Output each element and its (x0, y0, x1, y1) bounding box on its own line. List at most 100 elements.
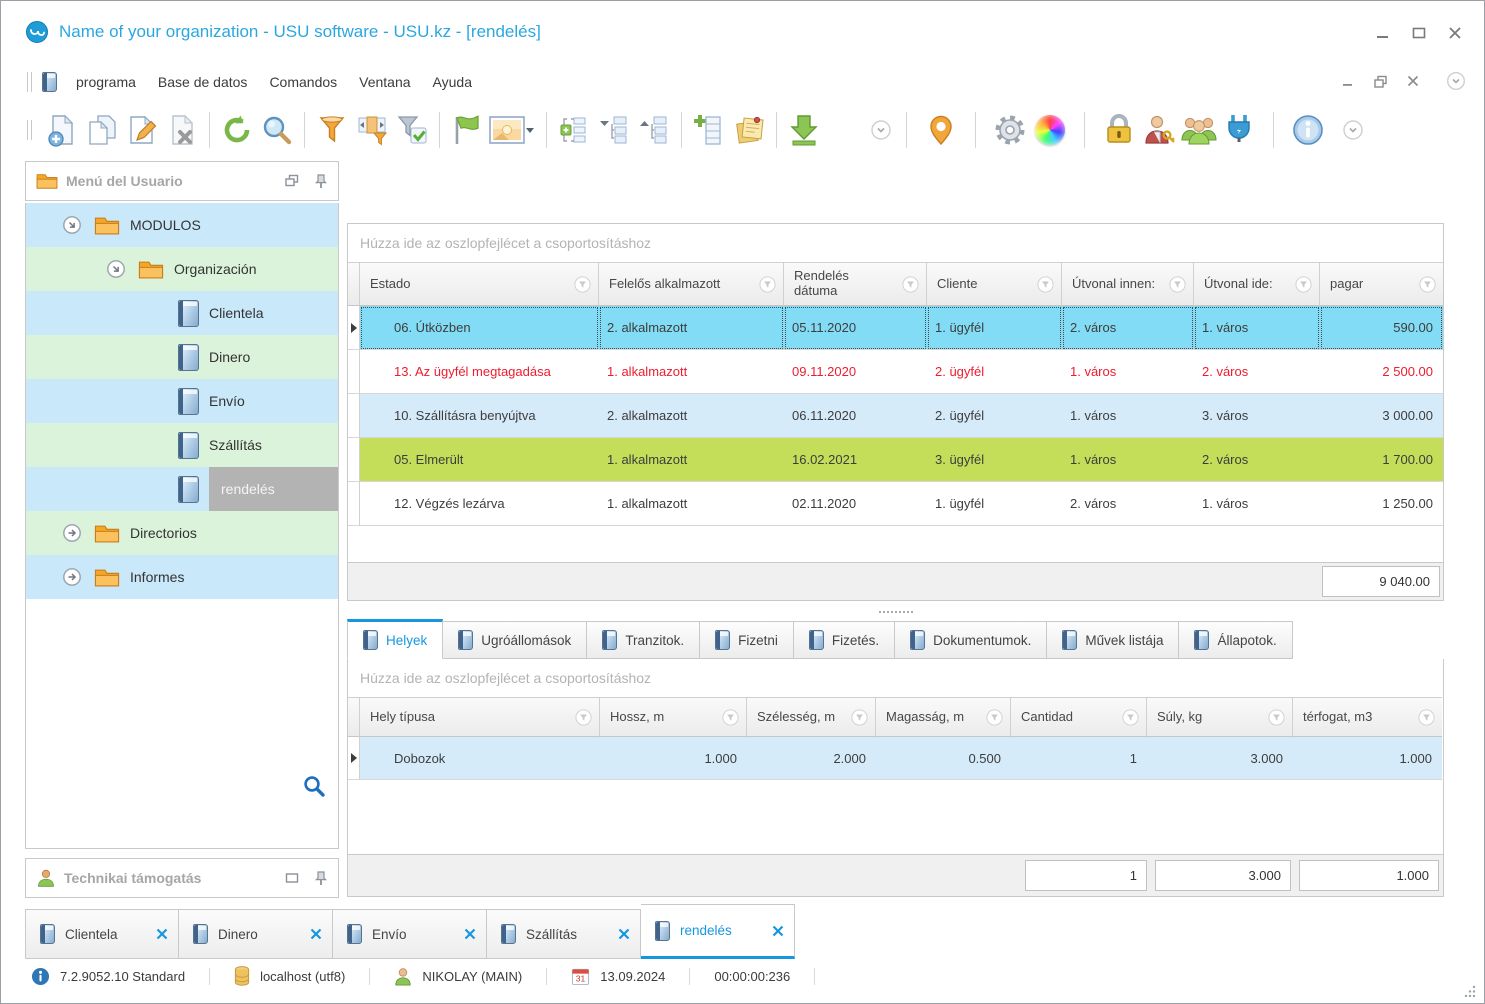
tab-ugroallomasok[interactable]: Ugróállomások (443, 621, 587, 659)
color-wheel-icon[interactable] (1030, 110, 1070, 150)
flag-icon[interactable] (447, 110, 487, 150)
filter-icon[interactable] (1418, 709, 1435, 726)
group-by-panel[interactable]: Húzza ide az oszlopfejlécet a csoportosí… (348, 659, 1443, 697)
info-icon[interactable] (1288, 110, 1328, 150)
tree-item-modulos[interactable]: MODULOS (26, 203, 338, 247)
cell[interactable]: 1. ügyfél (927, 482, 1062, 526)
restore-icon[interactable] (284, 870, 300, 886)
close-icon[interactable] (310, 928, 322, 940)
search-icon[interactable] (302, 774, 326, 798)
cell[interactable]: 2. ügyfél (927, 350, 1062, 394)
close-icon[interactable] (618, 928, 630, 940)
add-table-icon[interactable] (689, 110, 729, 150)
column-header-hossz[interactable]: Hossz, m (600, 697, 747, 737)
overflow-chevron-icon[interactable] (1342, 119, 1364, 141)
cell[interactable]: 06. Útközben (360, 306, 599, 350)
column-header-felelos[interactable]: Felelős alkalmazott (599, 262, 784, 306)
close-icon[interactable] (156, 928, 168, 940)
tree-item-envio[interactable]: Envío (26, 379, 338, 423)
image-view-icon[interactable] (487, 110, 539, 150)
filter-icon[interactable] (986, 709, 1003, 726)
resize-grip-icon[interactable] (1463, 984, 1476, 997)
lock-icon[interactable] (1099, 110, 1139, 150)
pin-icon[interactable] (314, 173, 328, 189)
tree-item-directorios[interactable]: Directorios (26, 511, 338, 555)
cell[interactable]: 1. város (1194, 482, 1320, 526)
cell[interactable]: 2. város (1062, 306, 1194, 350)
filter-icon[interactable] (1419, 276, 1436, 293)
tab-allapotok[interactable]: Állapotok. (1179, 621, 1292, 659)
filter-icon[interactable] (575, 709, 592, 726)
restore-icon[interactable] (1373, 74, 1388, 89)
tab-fizetes[interactable]: Fizetés. (794, 621, 895, 659)
search-icon[interactable] (257, 110, 297, 150)
tree-item-rendeles-selected[interactable]: rendelés (26, 467, 338, 511)
cell[interactable]: 2. város (1194, 350, 1320, 394)
column-header-cliente[interactable]: Cliente (927, 262, 1062, 306)
cell[interactable]: 1. város (1062, 394, 1194, 438)
close-icon[interactable] (464, 928, 476, 940)
cell[interactable]: 09.11.2020 (784, 350, 927, 394)
tree-item-dinero[interactable]: Dinero (26, 335, 338, 379)
cell[interactable]: 1.000 (1293, 737, 1442, 780)
menu-programa[interactable]: programa (65, 70, 147, 94)
cell[interactable]: 3.000 (1147, 737, 1293, 780)
cell[interactable]: 2. ügyfél (927, 394, 1062, 438)
expand-icon[interactable] (62, 567, 82, 587)
filter-icon[interactable] (1037, 276, 1054, 293)
cell[interactable]: 1. alkalmazott (599, 482, 784, 526)
doc-tab-rendeles[interactable]: rendelés (641, 904, 795, 959)
notes-icon[interactable] (729, 110, 769, 150)
cell[interactable]: 1 (1011, 737, 1147, 780)
tree-item-szallitas[interactable]: Szállítás (26, 423, 338, 467)
user-group-icon[interactable] (1179, 110, 1219, 150)
menu-ayuda[interactable]: Ayuda (422, 70, 483, 94)
collapse-icon[interactable] (62, 215, 82, 235)
column-header-cantidad[interactable]: Cantidad (1011, 697, 1147, 737)
settings-gear-icon[interactable] (990, 110, 1030, 150)
filter-icon[interactable] (574, 276, 591, 293)
column-header-utvonal-ide[interactable]: Útvonal ide: (1194, 262, 1320, 306)
overflow-chevron-icon[interactable] (870, 119, 892, 141)
cell[interactable]: 1. város (1194, 306, 1320, 350)
column-header-suly[interactable]: Súly, kg (1147, 697, 1293, 737)
cell[interactable]: 1 700.00 (1320, 438, 1443, 482)
filter-columns-icon[interactable] (352, 110, 392, 150)
cell[interactable]: 02.11.2020 (784, 482, 927, 526)
filter-icon[interactable] (1169, 276, 1186, 293)
doc-tab-clientela[interactable]: Clientela (25, 909, 179, 959)
plugin-icon[interactable] (1219, 110, 1259, 150)
filter-icon[interactable] (902, 276, 919, 293)
pin-icon[interactable] (314, 870, 328, 886)
column-header-estado[interactable]: Estado (360, 262, 599, 306)
tab-muvek-listaja[interactable]: Művek listája (1047, 621, 1179, 659)
user-key-icon[interactable] (1139, 110, 1179, 150)
cell[interactable]: 2. alkalmazott (599, 306, 784, 350)
tree-item-organizacion[interactable]: Organización (26, 247, 338, 291)
cell[interactable]: 1. város (1062, 350, 1194, 394)
cell[interactable]: 1.000 (600, 737, 747, 780)
export-download-icon[interactable] (784, 110, 824, 150)
tab-helyek[interactable]: Helyek (347, 619, 443, 659)
copy-document-icon[interactable] (82, 110, 122, 150)
cell[interactable]: 590.00 (1320, 306, 1443, 350)
column-header-magassag[interactable]: Magasság, m (876, 697, 1011, 737)
doc-tab-envio[interactable]: Envío (333, 909, 487, 959)
filter-icon[interactable] (1295, 276, 1312, 293)
cell[interactable]: 2. város (1194, 438, 1320, 482)
cell[interactable]: 05.11.2020 (784, 306, 927, 350)
doc-tab-dinero[interactable]: Dinero (179, 909, 333, 959)
filter-apply-icon[interactable] (392, 110, 432, 150)
column-header-utvonal-innen[interactable]: Útvonal innen: (1062, 262, 1194, 306)
support-panel[interactable]: Technikai támogatás (25, 858, 339, 898)
filter-icon[interactable] (1268, 709, 1285, 726)
cell[interactable]: 1. ügyfél (927, 306, 1062, 350)
cell[interactable]: 10. Szállításra benyújtva (360, 394, 599, 438)
cell[interactable]: 3 000.00 (1320, 394, 1443, 438)
tab-tranzitok[interactable]: Tranzitok. (587, 621, 700, 659)
column-header-szelesseg[interactable]: Szélesség, m (747, 697, 876, 737)
cell[interactable]: 06.11.2020 (784, 394, 927, 438)
tab-fizetni[interactable]: Fizetni (700, 621, 794, 659)
column-header-terfogat[interactable]: térfogat, m3 (1293, 697, 1442, 737)
tree-item-informes[interactable]: Informes (26, 555, 338, 599)
